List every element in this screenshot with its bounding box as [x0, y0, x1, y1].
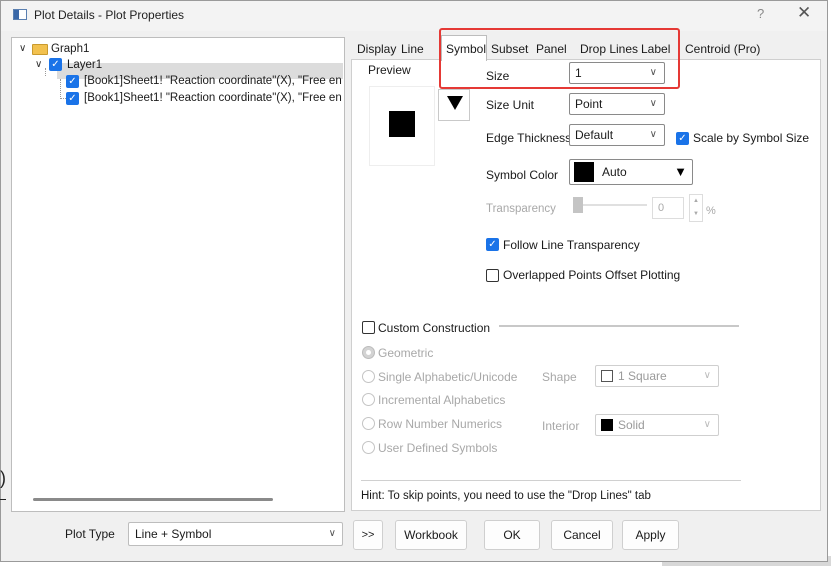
tree-horizontal-scrollbar[interactable]	[33, 498, 273, 501]
plot-1-checkbox[interactable]: ✓	[66, 75, 79, 88]
row-number-label: Row Number Numerics	[378, 417, 503, 431]
plot-tree-panel	[11, 37, 345, 512]
chevron-down-icon: ∨	[649, 129, 657, 140]
edge-bracket-glyph: )	[0, 468, 6, 488]
shape-value: 1 Square	[618, 369, 667, 383]
tab-display[interactable]: Display	[357, 42, 396, 56]
caret-down-icon: ▼	[674, 164, 687, 179]
user-defined-label: User Defined Symbols	[378, 441, 498, 455]
single-alpha-label: Single Alphabetic/Unicode	[378, 370, 518, 384]
transparency-slider-thumb[interactable]	[573, 197, 583, 213]
chevron-down-icon[interactable]: ∨	[19, 43, 26, 54]
transparency-spinner[interactable]: ▲ ▼	[689, 194, 703, 222]
help-button[interactable]: ?	[757, 6, 764, 21]
edge-underline	[0, 499, 6, 500]
incremental-alpha-radio[interactable]	[362, 393, 375, 406]
size-unit-label: Size Unit	[486, 98, 535, 112]
tab-line[interactable]: Line	[401, 42, 424, 56]
geometric-radio[interactable]	[362, 346, 375, 359]
tree-item-layer[interactable]: Layer1	[67, 57, 102, 73]
color-swatch	[574, 162, 594, 182]
plot-type-value: Line + Symbol	[135, 527, 212, 541]
tab-centroid[interactable]: Centroid (Pro)	[685, 42, 760, 56]
custom-construction-label: Custom Construction	[378, 321, 491, 335]
folder-icon	[32, 44, 48, 55]
filled-square-icon	[601, 419, 613, 431]
symbol-color-label: Symbol Color	[486, 168, 559, 182]
incremental-alpha-label: Incremental Alphabetics	[378, 393, 506, 407]
close-button[interactable]: ✕	[797, 3, 811, 23]
edge-thickness-label: Edge Thickness	[486, 131, 572, 145]
app-icon	[13, 9, 27, 20]
tree-item-plot-1[interactable]: [Book1]Sheet1! "Reaction coordinate"(X),…	[84, 73, 342, 89]
transparency-label: Transparency	[486, 203, 556, 215]
symbol-color-combo[interactable]: Auto ▼	[569, 159, 693, 185]
chevron-down-icon: ∨	[328, 528, 336, 539]
ok-button[interactable]: OK	[484, 520, 540, 550]
chevron-down-icon: ∨	[703, 370, 711, 381]
interior-label: Interior	[542, 419, 580, 433]
chevron-down-icon[interactable]: ∨	[35, 59, 42, 70]
scale-by-symbol-size-checkbox[interactable]: ✓	[676, 132, 689, 145]
transparency-input[interactable]: 0	[652, 197, 684, 219]
interior-combo[interactable]: Solid ∨	[595, 414, 719, 436]
annotation-highlight	[439, 28, 680, 89]
plot-details-dialog: Plot Details - Plot Properties ? ✕ ∨ Gra…	[0, 0, 828, 562]
symbol-gallery-button[interactable]	[438, 89, 470, 121]
follow-line-transparency-checkbox[interactable]: ✓	[486, 238, 499, 251]
tree-connector	[60, 79, 61, 99]
tree-connector	[45, 68, 46, 76]
symbol-color-value: Auto	[602, 165, 627, 179]
single-alpha-radio[interactable]	[362, 370, 375, 383]
plot-2-checkbox[interactable]: ✓	[66, 92, 79, 105]
workbook-button[interactable]: Workbook	[395, 520, 467, 550]
interior-value: Solid	[618, 418, 645, 432]
apply-button[interactable]: Apply	[622, 520, 679, 550]
transparency-slider-track[interactable]	[579, 204, 647, 206]
tree-item-plot-2[interactable]: [Book1]Sheet1! "Reaction coordinate"(X),…	[84, 90, 342, 106]
scale-by-symbol-size-label: Scale by Symbol Size	[693, 131, 810, 145]
shape-label: Shape	[542, 370, 577, 384]
transparency-unit: %	[706, 205, 716, 217]
tree-item-graph[interactable]: Graph1	[51, 41, 89, 57]
hint-text: Hint: To skip points, you need to use th…	[361, 490, 651, 502]
square-symbol-icon	[389, 111, 415, 137]
user-defined-radio[interactable]	[362, 441, 375, 454]
layer-checkbox[interactable]: ✓	[49, 58, 62, 71]
plot-type-label: Plot Type	[65, 527, 115, 541]
window-title: Plot Details - Plot Properties	[34, 8, 185, 22]
size-unit-value: Point	[575, 97, 603, 111]
overlapped-points-offset-label: Overlapped Points Offset Plotting	[503, 268, 681, 282]
expand-button[interactable]: >>	[353, 520, 383, 550]
section-separator	[499, 325, 739, 327]
cancel-button[interactable]: Cancel	[551, 520, 613, 550]
edge-thickness-combo[interactable]: Default ∨	[569, 124, 665, 146]
geometric-label: Geometric	[378, 346, 434, 360]
triangle-down-icon	[447, 96, 463, 110]
overlapped-points-offset-checkbox[interactable]	[486, 269, 499, 282]
edge-thickness-value: Default	[575, 128, 614, 142]
preview-label: Preview	[368, 63, 411, 77]
size-unit-combo[interactable]: Point ∨	[569, 93, 665, 115]
chevron-down-icon: ∨	[703, 419, 711, 430]
square-outline-icon	[601, 370, 613, 382]
title-bar: Plot Details - Plot Properties ? ✕	[1, 1, 827, 31]
plot-type-combo[interactable]: Line + Symbol ∨	[128, 522, 343, 546]
row-number-radio[interactable]	[362, 417, 375, 430]
hint-separator	[361, 480, 741, 481]
shape-combo[interactable]: 1 Square ∨	[595, 365, 719, 387]
chevron-down-icon: ∨	[649, 98, 657, 109]
custom-construction-checkbox[interactable]	[362, 321, 375, 334]
follow-line-transparency-label: Follow Line Transparency	[503, 238, 640, 252]
